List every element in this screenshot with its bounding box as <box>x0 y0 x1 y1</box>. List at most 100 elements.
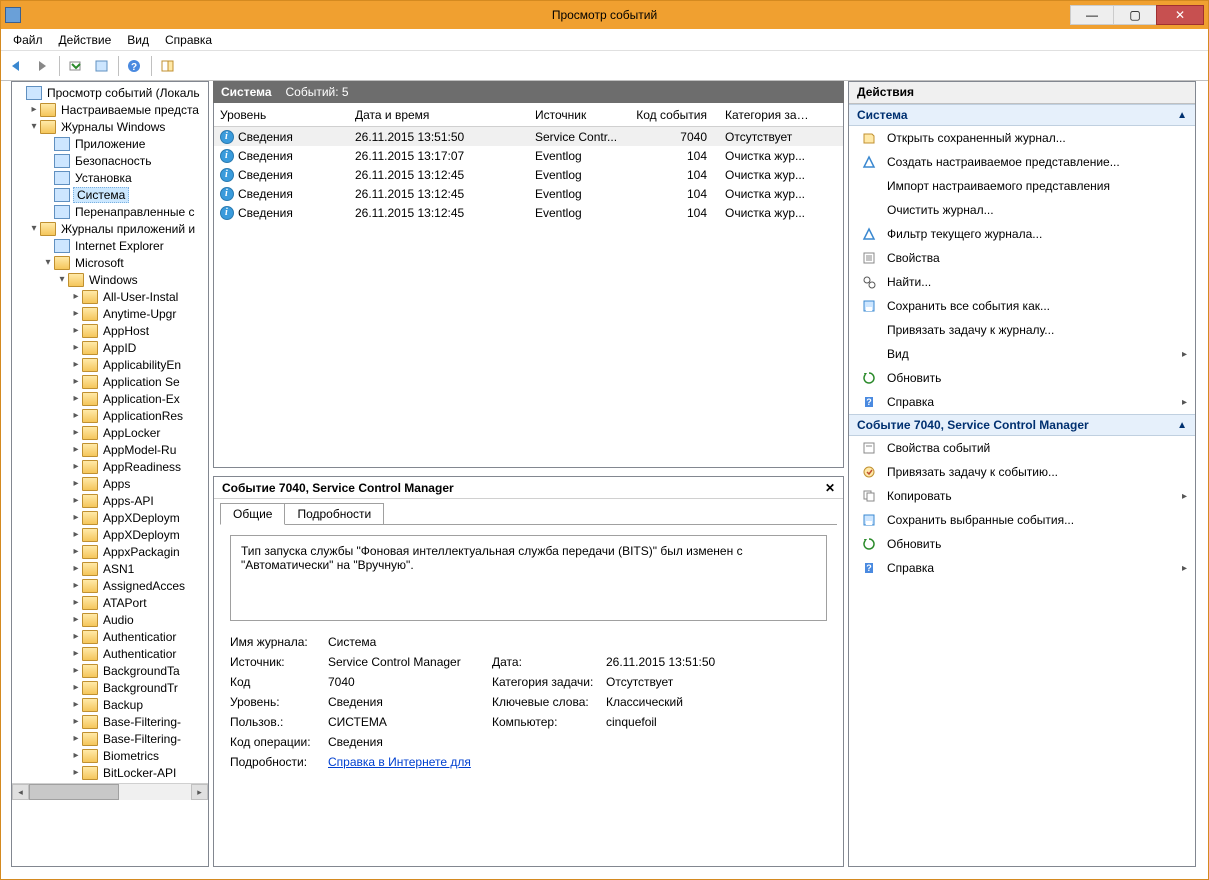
tree-windows-logs[interactable]: ▾ Журналы Windows <box>12 118 208 135</box>
expand-icon[interactable]: ▾ <box>56 274 68 285</box>
action-item[interactable]: Привязать задачу к журналу... <box>849 318 1195 342</box>
tree-windows-sub[interactable]: ▸ AppHost <box>12 322 208 339</box>
titlebar[interactable]: Просмотр событий — ▢ ✕ <box>1 1 1208 29</box>
expand-icon[interactable]: ▾ <box>42 257 54 268</box>
expand-icon[interactable]: ▸ <box>70 733 82 744</box>
tree-scrollbar[interactable]: ◂ ▸ <box>12 783 208 800</box>
tree-windows-sub[interactable]: ▸ Authenticatior <box>12 645 208 662</box>
event-grid[interactable]: Уровень Дата и время Источник Код событи… <box>213 103 844 468</box>
expand-icon[interactable]: ▸ <box>70 614 82 625</box>
tab-details[interactable]: Подробности <box>284 503 384 525</box>
scroll-thumb[interactable] <box>29 784 119 800</box>
tree-windows-sub[interactable]: ▸ AppModel-Ru <box>12 441 208 458</box>
action-item[interactable]: Фильтр текущего журнала... <box>849 222 1195 246</box>
menu-file[interactable]: Файл <box>5 31 51 49</box>
tree-custom-views[interactable]: ▸ Настраиваемые предста <box>12 101 208 118</box>
grid-header[interactable]: Уровень Дата и время Источник Код событи… <box>214 103 843 127</box>
tree-log-application[interactable]: Приложение <box>12 135 208 152</box>
expand-icon[interactable]: ▸ <box>70 631 82 642</box>
detail-close-icon[interactable]: ✕ <box>825 481 835 495</box>
table-row[interactable]: Сведения 26.11.2015 13:51:50 Service Con… <box>214 127 843 146</box>
tree-ie[interactable]: Internet Explorer <box>12 237 208 254</box>
action-item[interactable]: Сохранить выбранные события... <box>849 508 1195 532</box>
tree-log-setup[interactable]: Установка <box>12 169 208 186</box>
tree-microsoft[interactable]: ▾ Microsoft <box>12 254 208 271</box>
tree-windows-sub[interactable]: ▸ All-User-Instal <box>12 288 208 305</box>
action-item[interactable]: Вид ▸ <box>849 342 1195 366</box>
expand-icon[interactable]: ▸ <box>70 342 82 353</box>
tree-windows-sub[interactable]: ▸ Application Se <box>12 373 208 390</box>
scroll-left-button[interactable]: ◂ <box>12 784 29 800</box>
tree-windows-sub[interactable]: ▸ Biometrics <box>12 747 208 764</box>
expand-icon[interactable]: ▸ <box>70 716 82 727</box>
expand-icon[interactable]: ▸ <box>70 393 82 404</box>
expand-icon[interactable]: ▾ <box>28 121 40 132</box>
action-item[interactable]: Найти... <box>849 270 1195 294</box>
action-item[interactable]: Свойства <box>849 246 1195 270</box>
tree-windows-sub[interactable]: ▸ Backup <box>12 696 208 713</box>
tree-windows-sub[interactable]: ▸ Base-Filtering- <box>12 713 208 730</box>
tree-windows-sub[interactable]: ▸ AppXDeploym <box>12 509 208 526</box>
tree-windows-sub[interactable]: ▸ AssignedAcces <box>12 577 208 594</box>
action-item[interactable]: Открыть сохраненный журнал... <box>849 126 1195 150</box>
expand-icon[interactable]: ▸ <box>70 427 82 438</box>
col-source[interactable]: Источник <box>529 105 629 125</box>
action-item[interactable]: ? Справка ▸ <box>849 556 1195 580</box>
tree-windows-sub[interactable]: ▸ Anytime-Upgr <box>12 305 208 322</box>
action-item[interactable]: Обновить <box>849 366 1195 390</box>
tree-pane[interactable]: Просмотр событий (Локаль ▸ Настраиваемые… <box>11 81 209 867</box>
tree-log-security[interactable]: Безопасность <box>12 152 208 169</box>
action-item[interactable]: ? Справка ▸ <box>849 390 1195 414</box>
tree-windows-sub[interactable]: ▸ AppID <box>12 339 208 356</box>
tree-windows-sub[interactable]: ▸ Base-Filtering- <box>12 730 208 747</box>
expand-icon[interactable]: ▸ <box>70 359 82 370</box>
expand-icon[interactable]: ▸ <box>70 308 82 319</box>
tree-windows[interactable]: ▾ Windows <box>12 271 208 288</box>
action-item[interactable]: Сохранить все события как... <box>849 294 1195 318</box>
expand-icon[interactable]: ▸ <box>70 580 82 591</box>
properties-button[interactable] <box>90 54 114 78</box>
col-level[interactable]: Уровень <box>214 105 349 125</box>
tree-windows-sub[interactable]: ▸ BackgroundTr <box>12 679 208 696</box>
tree-root[interactable]: Просмотр событий (Локаль <box>12 84 208 101</box>
tree-windows-sub[interactable]: ▸ BackgroundTa <box>12 662 208 679</box>
col-datetime[interactable]: Дата и время <box>349 105 529 125</box>
expand-icon[interactable]: ▸ <box>70 648 82 659</box>
expand-icon[interactable]: ▸ <box>70 325 82 336</box>
expand-icon[interactable]: ▸ <box>70 478 82 489</box>
expand-icon[interactable]: ▸ <box>70 495 82 506</box>
expand-icon[interactable]: ▸ <box>70 376 82 387</box>
tree-app-logs[interactable]: ▾ Журналы приложений и <box>12 220 208 237</box>
menu-view[interactable]: Вид <box>119 31 157 49</box>
action-item[interactable]: Создать настраиваемое представление... <box>849 150 1195 174</box>
tree-windows-sub[interactable]: ▸ AppxPackagin <box>12 543 208 560</box>
expand-icon[interactable]: ▸ <box>70 665 82 676</box>
expand-icon[interactable]: ▸ <box>70 563 82 574</box>
tree-windows-sub[interactable]: ▸ AppReadiness <box>12 458 208 475</box>
table-row[interactable]: Сведения 26.11.2015 13:17:07 Eventlog 10… <box>214 146 843 165</box>
expand-icon[interactable]: ▸ <box>70 597 82 608</box>
expand-icon[interactable]: ▸ <box>70 767 82 778</box>
expand-icon[interactable]: ▸ <box>70 750 82 761</box>
actions-section-event[interactable]: Событие 7040, Service Control Manager ▲ <box>849 414 1195 436</box>
forward-button[interactable] <box>31 54 55 78</box>
expand-icon[interactable]: ▸ <box>70 682 82 693</box>
expand-icon[interactable]: ▸ <box>28 104 40 115</box>
tree-windows-sub[interactable]: ▸ AppLocker <box>12 424 208 441</box>
minimize-button[interactable]: — <box>1070 5 1114 25</box>
close-button[interactable]: ✕ <box>1156 5 1204 25</box>
expand-icon[interactable]: ▸ <box>70 461 82 472</box>
tree-windows-sub[interactable]: ▸ Application-Ex <box>12 390 208 407</box>
menu-help[interactable]: Справка <box>157 31 220 49</box>
action-item[interactable]: Очистить журнал... <box>849 198 1195 222</box>
tree-windows-sub[interactable]: ▸ Apps <box>12 475 208 492</box>
tree-log-forwarded[interactable]: Перенаправленные с <box>12 203 208 220</box>
help-button[interactable]: ? <box>123 54 147 78</box>
action-item[interactable]: Привязать задачу к событию... <box>849 460 1195 484</box>
expand-icon[interactable]: ▸ <box>70 291 82 302</box>
action-pane-button[interactable] <box>156 54 180 78</box>
expand-icon[interactable]: ▸ <box>70 699 82 710</box>
expand-icon[interactable]: ▸ <box>70 529 82 540</box>
tree-windows-sub[interactable]: ▸ ApplicabilityEn <box>12 356 208 373</box>
online-help-link[interactable]: Справка в Интернете для <box>328 755 471 769</box>
